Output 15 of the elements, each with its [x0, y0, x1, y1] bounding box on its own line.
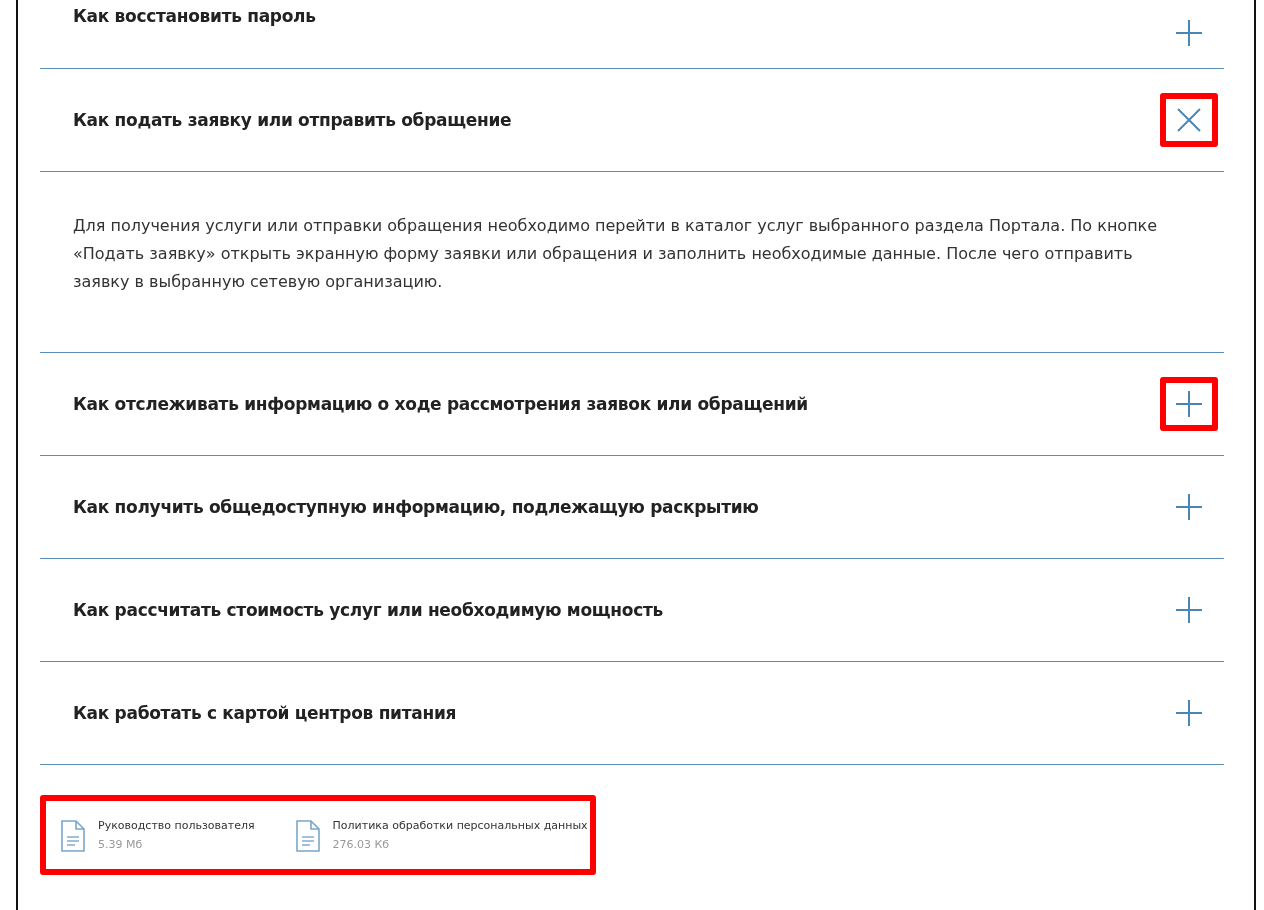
- faq-question[interactable]: Как работать с картой центров питания: [73, 703, 457, 723]
- faq-answer: Для получения услуги или отправки обращения необходимо перейти в каталог услуг выбранного раздела Портала. По кнопке «Подать заявку» открыть экранную форму заявки или обращения и заполнить необходимые данные. После чего отправить заявку в выбранную сетевую организацию.: [72, 215, 1159, 293]
- file-size: 276.03 Кб: [332, 838, 391, 851]
- faq-question[interactable]: Как подать заявку или отправить обращение: [73, 110, 512, 130]
- faq-question[interactable]: Как восстановить пароль: [73, 6, 316, 26]
- file-size: 5.39 Мб: [98, 838, 144, 851]
- toggle-button[interactable]: [1160, 93, 1218, 147]
- file-link[interactable]: Руководство пользователя: [98, 819, 255, 832]
- file-link[interactable]: Политика обработки персональных данных: [332, 819, 588, 832]
- faq-question[interactable]: Как рассчитать стоимость услуг или необходимую мощность: [73, 600, 663, 620]
- toggle-button[interactable]: [1160, 377, 1218, 431]
- faq-question[interactable]: Как получить общедоступную информацию, подлежащую раскрытию: [73, 497, 759, 517]
- document-icon[interactable]: [60, 819, 86, 853]
- document-icon[interactable]: [294, 819, 321, 853]
- faq-question[interactable]: Как отслеживать информацию о ходе рассмотрения заявок или обращений: [73, 394, 808, 414]
